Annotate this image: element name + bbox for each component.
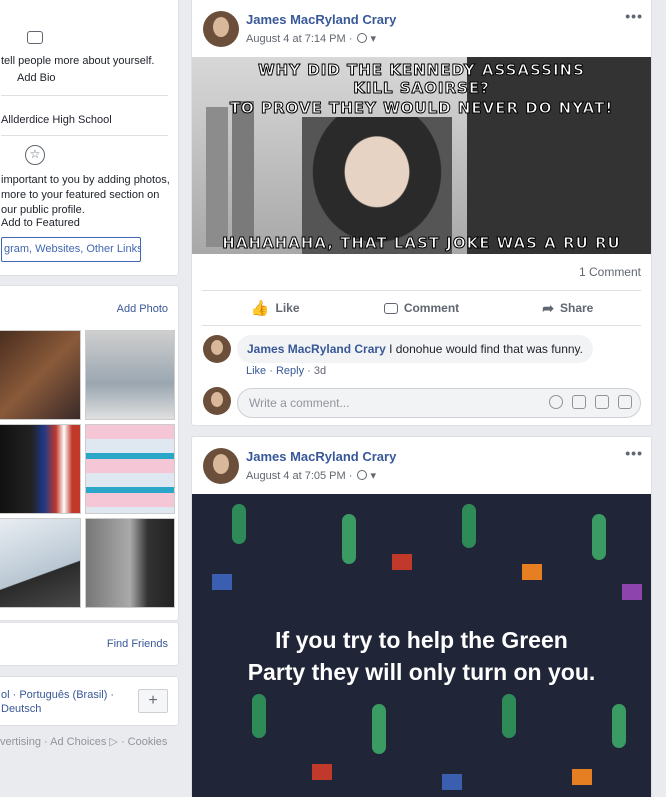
- comment-input[interactable]: Write a comment...: [237, 388, 641, 418]
- post-author[interactable]: James MacRyland Crary: [246, 12, 396, 27]
- more-options-icon[interactable]: •••: [625, 8, 643, 24]
- globe-icon[interactable]: [357, 33, 368, 43]
- emoji-icon[interactable]: [549, 395, 563, 409]
- divider: [1, 95, 168, 96]
- comment-count[interactable]: 1 Comment: [579, 265, 641, 279]
- camera-icon[interactable]: [572, 395, 586, 409]
- post-author[interactable]: James MacRyland Crary: [246, 449, 396, 464]
- post-status-text: If you try to help the Green Party they …: [192, 624, 651, 688]
- bio-prompt: tell people more about yourself.: [1, 55, 155, 67]
- meme-top-line-3: TO PROVE THEY WOULD NEVER DO NYAT!: [229, 99, 614, 118]
- star-icon: ☆: [25, 145, 45, 165]
- meme-top-line-1: WHY DID THE KENNEDY ASSASSINS: [258, 61, 585, 80]
- meme-bottom-line: HAHAHAHA, THAT LAST JOKE WAS A RU RU: [222, 234, 621, 253]
- languages-card: ol · Português (Brasil) · Deutsch +: [0, 676, 179, 726]
- more-options-icon[interactable]: •••: [625, 445, 643, 461]
- photo-thumbnail[interactable]: [0, 518, 81, 608]
- post-card: James MacRyland Crary August 4 at 7:14 P…: [191, 0, 652, 426]
- my-avatar[interactable]: [203, 387, 231, 415]
- featured-line-2: more to your featured section on: [1, 189, 160, 201]
- add-featured-link[interactable]: Add to Featured: [1, 216, 178, 231]
- add-photo-link[interactable]: Add Photo: [117, 303, 168, 315]
- post-timestamp[interactable]: August 4 at 7:14 PM ·: [246, 33, 352, 45]
- comment-input-placeholder: Write a comment...: [249, 396, 350, 410]
- divider: [1, 135, 168, 136]
- speech-bubble-icon: [383, 302, 398, 314]
- find-friends-link[interactable]: Find Friends: [107, 638, 168, 650]
- photo-thumbnail[interactable]: [0, 330, 81, 420]
- intro-card: tell people more about yourself. Add Bio…: [0, 0, 179, 276]
- post-background-image[interactable]: If you try to help the Green Party they …: [192, 494, 651, 797]
- avatar[interactable]: [203, 448, 239, 484]
- add-language-button[interactable]: +: [138, 689, 168, 713]
- like-label: Like: [275, 301, 300, 315]
- featured-line-1: important to you by adding photos,: [1, 174, 170, 186]
- gif-icon[interactable]: [595, 395, 609, 409]
- comment-like-link[interactable]: Like: [246, 365, 266, 377]
- share-button[interactable]: ➦ Share: [495, 291, 641, 325]
- chevron-down-icon[interactable]: ▾: [371, 33, 377, 45]
- friends-card: Find Friends: [0, 622, 179, 666]
- globe-icon[interactable]: [357, 470, 368, 480]
- chevron-down-icon[interactable]: ▾: [371, 470, 377, 482]
- comment-button[interactable]: Comment: [348, 291, 494, 325]
- photo-thumbnail[interactable]: [0, 424, 81, 514]
- comment-label: Comment: [403, 301, 460, 315]
- post-status-line-2: Party they will only turn on you.: [247, 659, 596, 685]
- comment-age[interactable]: 3d: [314, 365, 326, 377]
- edit-links-button[interactable]: gram, Websites, Other Links: [1, 237, 141, 262]
- comment-bubble: James MacRyland Crary I donohue would fi…: [237, 335, 594, 363]
- share-label: Share: [560, 301, 594, 315]
- commenter-avatar[interactable]: [203, 335, 231, 363]
- sticker-icon[interactable]: [618, 395, 632, 409]
- post-image[interactable]: WHY DID THE KENNEDY ASSASSINS KILL SAOIR…: [192, 57, 651, 254]
- language-links[interactable]: ol · Português (Brasil) ·: [1, 689, 114, 701]
- like-button[interactable]: 👍 Like: [202, 291, 348, 325]
- comment-reply-link[interactable]: Reply: [276, 365, 304, 377]
- language-link-deutsch[interactable]: Deutsch: [1, 703, 41, 715]
- footer-links[interactable]: vertising · Ad Choices ▷ · Cookies: [0, 735, 167, 748]
- comment-author[interactable]: James MacRyland Crary: [247, 342, 386, 356]
- comment-text: I donohue would find that was funny.: [389, 342, 584, 356]
- share-arrow-icon: ➦: [542, 299, 554, 316]
- post-timestamp[interactable]: August 4 at 7:05 PM ·: [246, 470, 352, 482]
- photo-thumbnail[interactable]: [85, 518, 175, 608]
- thumbs-up-icon: 👍: [250, 300, 270, 317]
- post-status-line-1: If you try to help the Green: [275, 627, 568, 653]
- photos-card: Add Photo: [0, 285, 179, 621]
- speech-bubble-icon: [27, 31, 43, 44]
- school-link[interactable]: Allderdice High School: [1, 113, 178, 128]
- photo-thumbnail[interactable]: [85, 330, 175, 420]
- post-action-bar: 👍 Like Comment ➦ Share: [202, 290, 641, 326]
- meme-top-line-2: KILL SAOIRSE?: [353, 79, 490, 98]
- avatar[interactable]: [203, 11, 239, 47]
- photo-thumbnail[interactable]: [85, 424, 175, 514]
- post-card: James MacRyland Crary August 4 at 7:05 P…: [191, 436, 652, 797]
- add-bio-link[interactable]: Add Bio: [17, 71, 178, 86]
